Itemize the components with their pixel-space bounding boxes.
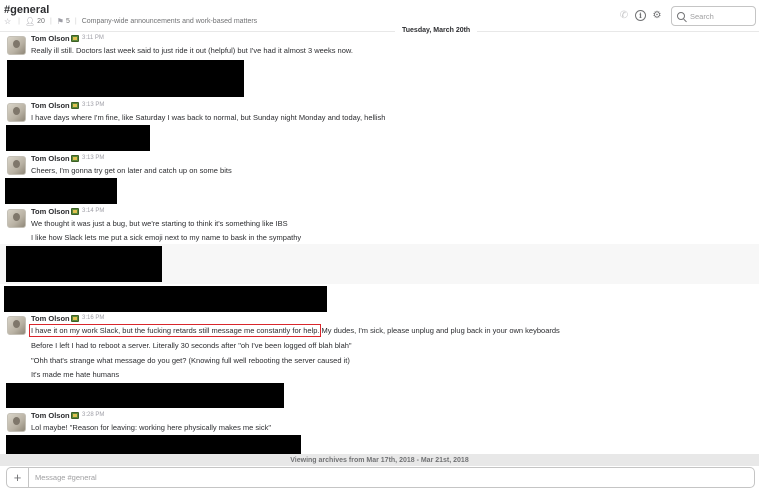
message-text: I have it on my work Slack, but the fuck… bbox=[28, 324, 560, 337]
sick-emoji-icon bbox=[71, 102, 79, 109]
avatar[interactable] bbox=[7, 413, 26, 432]
divider: | bbox=[18, 18, 20, 25]
redacted-block bbox=[6, 246, 162, 282]
message-text: It's made me hate humans bbox=[31, 370, 120, 379]
sick-emoji-icon bbox=[71, 208, 79, 215]
redacted-block bbox=[6, 383, 284, 408]
sick-emoji-icon bbox=[71, 155, 79, 162]
message-composer: + bbox=[6, 467, 755, 488]
redacted-block bbox=[6, 125, 150, 151]
channel-header: #general ☆ | 👤︎ 20 | ⚑ 5 | Company-wide … bbox=[0, 0, 759, 30]
message-time[interactable]: 3:13 PM bbox=[82, 102, 104, 108]
avatar[interactable] bbox=[7, 103, 26, 122]
divider: | bbox=[49, 18, 52, 25]
channel-meta: ☆ | 👤︎ 20 | ⚑ 5 | Company-wide announcem… bbox=[4, 17, 257, 26]
day-divider: Tuesday, March 20th bbox=[395, 27, 478, 34]
archive-notice: Viewing archives from Mar 17th, 2018 - M… bbox=[0, 454, 759, 466]
search-icon bbox=[677, 12, 685, 20]
divider: | bbox=[74, 18, 77, 25]
search-box[interactable] bbox=[671, 6, 756, 26]
message-text: Before I left I had to reboot a server. … bbox=[31, 341, 352, 350]
avatar[interactable] bbox=[7, 36, 26, 55]
message-text: Cheers, I'm gonna try get on later and c… bbox=[31, 166, 232, 175]
plus-icon[interactable]: + bbox=[7, 468, 29, 487]
avatar[interactable] bbox=[7, 156, 26, 175]
message-input[interactable] bbox=[35, 473, 535, 482]
message-time[interactable]: 3:16 PM bbox=[82, 315, 104, 321]
message-text: Lol maybe! "Reason for leaving: working … bbox=[31, 423, 272, 432]
highlighted-text: I have it on my work Slack, but the fuck… bbox=[28, 324, 322, 337]
info-icon[interactable]: i bbox=[635, 9, 646, 21]
sick-emoji-icon bbox=[71, 35, 79, 42]
message-time[interactable]: 3:28 PM bbox=[82, 412, 104, 418]
message-text-rest: My dudes, I'm sick, please unplug and pl… bbox=[319, 326, 560, 335]
message-text: I like how Slack lets me put a sick emoj… bbox=[31, 233, 302, 242]
message-author[interactable]: Tom Olson bbox=[31, 34, 70, 43]
channel-title[interactable]: #general bbox=[4, 4, 49, 16]
gear-icon[interactable]: ⚙ bbox=[650, 8, 664, 22]
redacted-block bbox=[6, 435, 301, 454]
message-author[interactable]: Tom Olson bbox=[31, 207, 70, 216]
avatar[interactable] bbox=[7, 209, 26, 228]
message-text: Really ill still. Doctors last week said… bbox=[31, 46, 353, 55]
avatar[interactable] bbox=[7, 316, 26, 335]
message-text: We thought it was just a bug, but we're … bbox=[31, 219, 288, 228]
channel-topic[interactable]: Company-wide announcements and work-base… bbox=[82, 18, 257, 25]
members-count[interactable]: 20 bbox=[37, 18, 45, 25]
redacted-block bbox=[4, 286, 327, 312]
redacted-block bbox=[7, 60, 244, 97]
members-icon[interactable]: 👤︎ bbox=[25, 17, 35, 26]
message-text: I have days where I'm fine, like Saturda… bbox=[31, 113, 386, 122]
redacted-block bbox=[5, 178, 117, 204]
message-author[interactable]: Tom Olson bbox=[31, 314, 70, 323]
star-icon[interactable]: ☆ bbox=[4, 17, 11, 26]
phone-icon[interactable]: ✆ bbox=[617, 8, 631, 22]
message-time[interactable]: 3:13 PM bbox=[82, 155, 104, 161]
message-text: "Ohh that's strange what message do you … bbox=[31, 356, 350, 365]
message-author[interactable]: Tom Olson bbox=[31, 154, 70, 163]
pin-icon[interactable]: ⚑ bbox=[57, 17, 64, 26]
search-input[interactable] bbox=[690, 11, 750, 21]
message-time[interactable]: 3:14 PM bbox=[82, 208, 104, 214]
sick-emoji-icon bbox=[71, 412, 79, 419]
day-divider-line bbox=[0, 31, 759, 32]
message-author[interactable]: Tom Olson bbox=[31, 411, 70, 420]
pins-count[interactable]: 5 bbox=[66, 18, 70, 25]
sick-emoji-icon bbox=[71, 315, 79, 322]
message-time[interactable]: 3:11 PM bbox=[82, 35, 104, 41]
header-actions: ✆ i ⚙ bbox=[617, 8, 668, 22]
message-author[interactable]: Tom Olson bbox=[31, 101, 70, 110]
